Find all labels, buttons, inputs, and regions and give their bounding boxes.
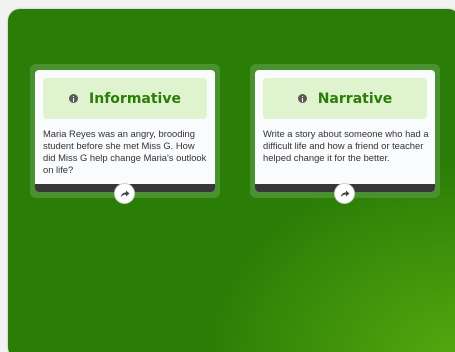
- card-body: Narrative Write a story about someone wh…: [255, 70, 435, 192]
- info-icon: [297, 94, 307, 103]
- post-card-informative[interactable]: Informative Maria Reyes was an angry, br…: [30, 64, 220, 204]
- card-header: Narrative: [263, 78, 427, 119]
- share-button[interactable]: [334, 183, 355, 204]
- card-title: Narrative: [317, 90, 393, 107]
- card-description: Maria Reyes was an angry, brooding stude…: [43, 128, 207, 175]
- card-header: Informative: [43, 78, 207, 119]
- post-card-narrative[interactable]: Narrative Write a story about someone wh…: [250, 64, 440, 204]
- share-icon: [340, 190, 349, 197]
- card-body: Informative Maria Reyes was an angry, br…: [35, 70, 215, 192]
- board-canvas: Informative Maria Reyes was an angry, br…: [8, 9, 455, 352]
- info-icon: [69, 94, 79, 103]
- card-title: Informative: [89, 90, 181, 107]
- share-icon: [120, 190, 129, 197]
- card-description: Write a story about someone who had a di…: [263, 128, 429, 163]
- share-button[interactable]: [114, 183, 135, 204]
